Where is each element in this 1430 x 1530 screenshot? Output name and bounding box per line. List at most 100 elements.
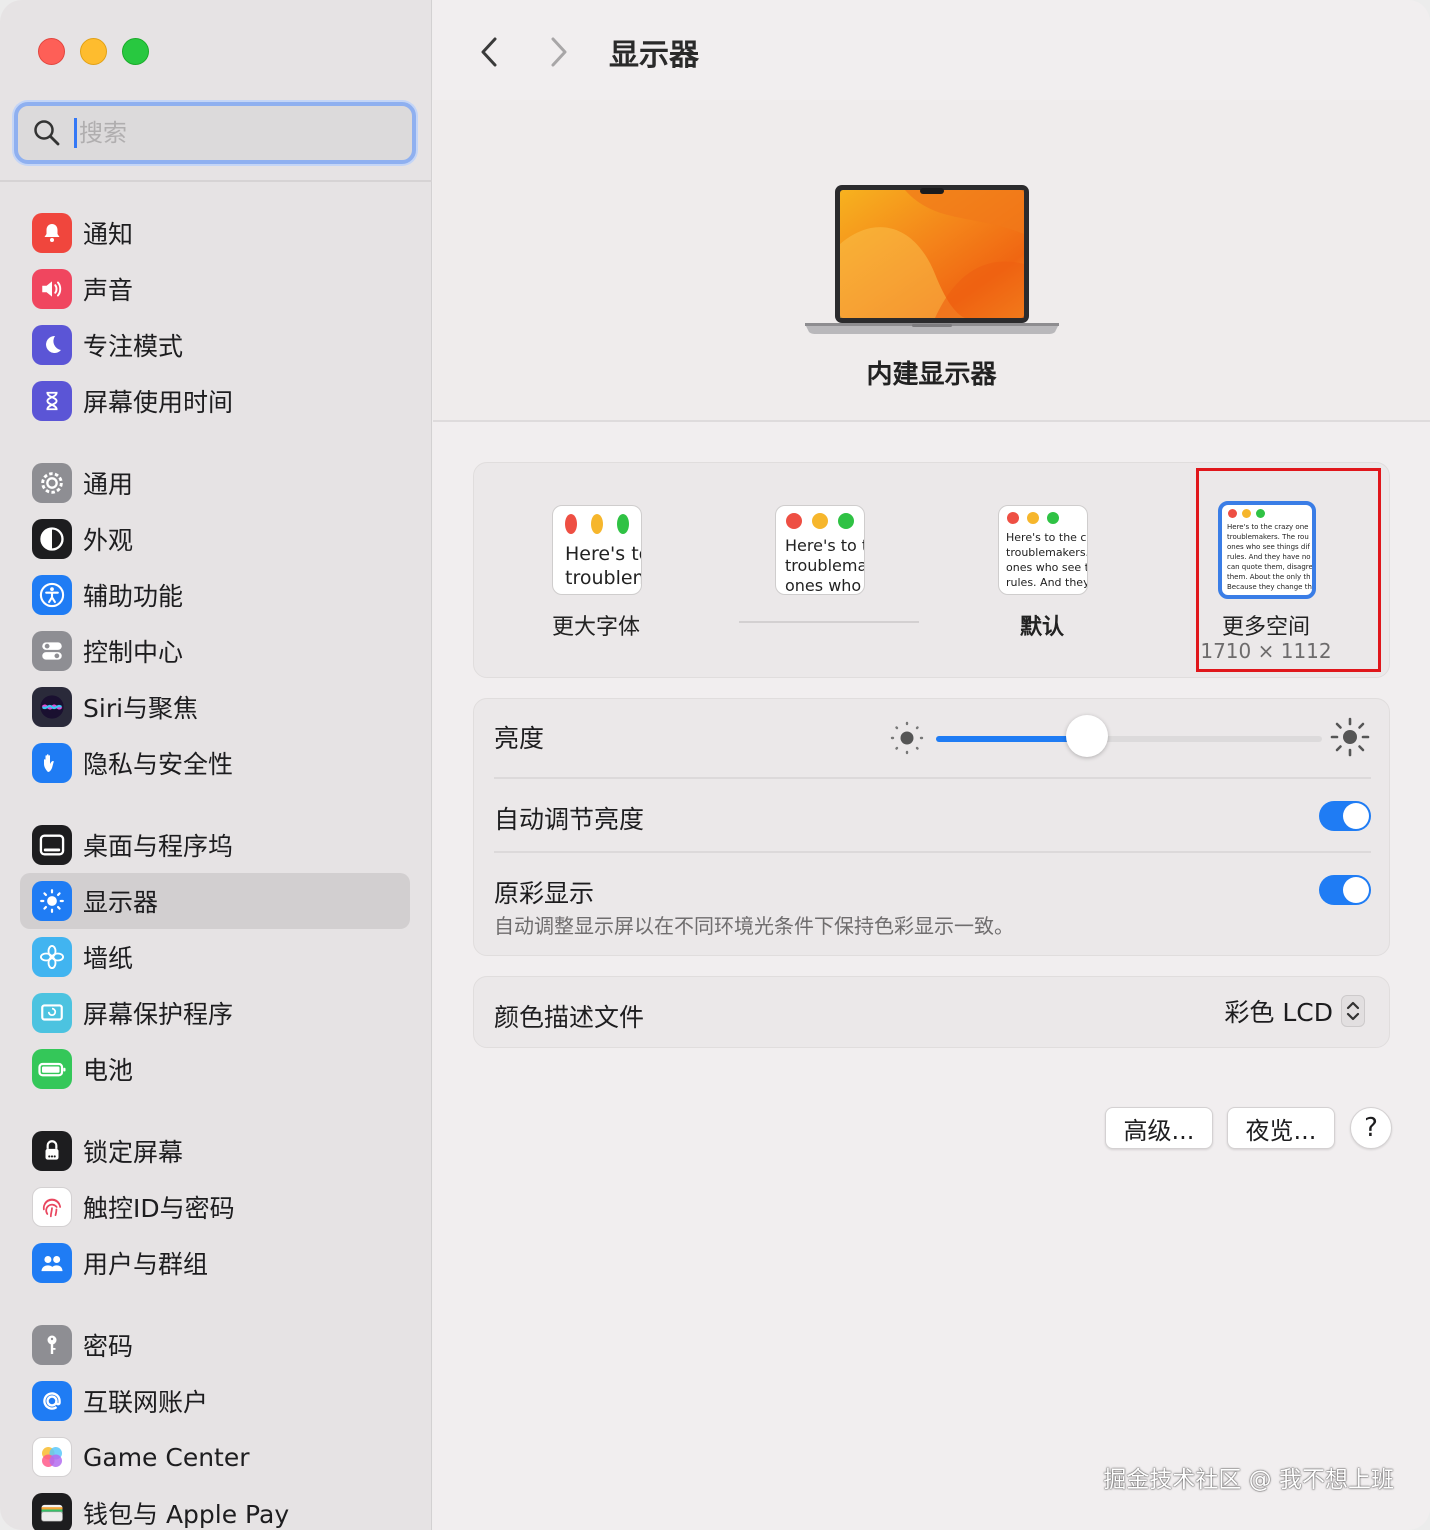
siri-icon bbox=[32, 687, 72, 727]
display-name: 内建显示器 bbox=[866, 360, 997, 390]
minimize-button[interactable] bbox=[80, 38, 107, 65]
resolution-option-medium[interactable]: Here's to t troublema ones who bbox=[719, 463, 919, 679]
brightness-label: 亮度 bbox=[494, 724, 545, 753]
sidebar-item[interactable]: 通用 bbox=[20, 455, 410, 511]
sidebar-item-label: 用户与群组 bbox=[83, 1250, 209, 1279]
gear-icon bbox=[32, 463, 72, 503]
key-icon bbox=[32, 1325, 72, 1365]
laptop-icon bbox=[805, 185, 1059, 334]
sidebar-item-label: 桌面与程序坞 bbox=[83, 832, 234, 861]
sidebar-item-label: 电池 bbox=[83, 1056, 134, 1085]
true-tone-toggle[interactable] bbox=[1319, 875, 1371, 905]
toolbar: 显示器 bbox=[433, 0, 1430, 100]
true-tone-description: 自动调整显示屏以在不同环境光条件下保持色彩显示一致。 bbox=[494, 914, 1014, 938]
sidebar-item[interactable]: 墙纸 bbox=[20, 929, 410, 985]
chevron-left-icon bbox=[481, 37, 497, 67]
sidebar-item-label: 专注模式 bbox=[83, 332, 184, 361]
sun-dim-icon bbox=[890, 721, 924, 755]
sidebar-item[interactable]: 辅助功能 bbox=[20, 567, 410, 623]
flower-icon bbox=[32, 937, 72, 977]
resolution-option-larger-text[interactable]: Here's to troublem 更大字体 bbox=[496, 463, 696, 679]
sidebar-item[interactable]: 显示器 bbox=[20, 873, 410, 929]
users-icon bbox=[32, 1243, 72, 1283]
search-field[interactable] bbox=[14, 102, 416, 164]
sidebar-item[interactable]: 桌面与程序坞 bbox=[20, 817, 410, 873]
sidebar-item[interactable]: 用户与群组 bbox=[20, 1235, 410, 1291]
accessibility-icon bbox=[32, 575, 72, 615]
search-input[interactable] bbox=[79, 119, 379, 147]
chevron-up-down-icon bbox=[1341, 995, 1365, 1027]
sidebar-item-label: Siri与聚焦 bbox=[83, 694, 199, 723]
sample-text: troublema bbox=[785, 556, 865, 575]
sidebar-item-label: 隐私与安全性 bbox=[83, 750, 234, 779]
auto-brightness-toggle[interactable] bbox=[1319, 801, 1371, 831]
sidebar-item[interactable]: 声音 bbox=[20, 261, 410, 317]
sidebar-item[interactable]: 控制中心 bbox=[20, 623, 410, 679]
sidebar-divider bbox=[0, 180, 432, 182]
sun-bright-icon bbox=[1330, 717, 1370, 757]
brightness-slider[interactable] bbox=[936, 736, 1322, 742]
main-pane: 显示器 内建显示器 Here's to trouble 更大字体 Here's … bbox=[433, 0, 1430, 1530]
sidebar-item-label: 密码 bbox=[83, 1332, 134, 1361]
dock-icon bbox=[32, 825, 72, 865]
window-controls bbox=[38, 38, 149, 65]
sidebar-item[interactable]: 外观 bbox=[20, 511, 410, 567]
row-divider bbox=[494, 777, 1371, 779]
sidebar-item[interactable]: 触控ID与密码 bbox=[20, 1179, 410, 1235]
night-shift-button[interactable]: 夜览... bbox=[1227, 1107, 1335, 1149]
sample-text: rules. And they bbox=[1006, 576, 1088, 589]
sidebar-item-label: 墙纸 bbox=[83, 944, 134, 973]
resolution-option-default[interactable]: Here's to the cr troublemakers. ones who… bbox=[942, 463, 1142, 679]
watermark: 掘金技术社区 @ 我不想上班 bbox=[1103, 1467, 1394, 1493]
close-button[interactable] bbox=[38, 38, 65, 65]
brightness-slider-fill bbox=[936, 736, 1087, 742]
sidebar-item[interactable]: 互联网账户 bbox=[20, 1373, 410, 1429]
row-divider bbox=[494, 851, 1371, 853]
sidebar-item[interactable]: 密码 bbox=[20, 1317, 410, 1373]
forward-button[interactable] bbox=[541, 32, 577, 72]
chevron-right-icon bbox=[551, 37, 567, 67]
sidebar-item-label: 互联网账户 bbox=[83, 1388, 209, 1417]
search-icon bbox=[34, 120, 60, 146]
sidebar-item[interactable]: 屏幕使用时间 bbox=[20, 373, 410, 429]
sidebar-item-label: 钱包与 Apple Pay bbox=[83, 1500, 290, 1529]
sample-text: Here's to t bbox=[785, 536, 865, 555]
color-profile-popup[interactable]: 彩色 LCD bbox=[1224, 993, 1365, 1029]
sidebar: 通知声音专注模式屏幕使用时间通用外观辅助功能控制中心 Siri与聚焦隐私与安全性桌… bbox=[0, 0, 432, 1530]
auto-brightness-label: 自动调节亮度 bbox=[494, 805, 645, 834]
sidebar-item-label: 通用 bbox=[83, 470, 134, 499]
label-placeholder-line bbox=[739, 621, 919, 623]
back-button[interactable] bbox=[471, 32, 507, 72]
sidebar-item[interactable]: Game Center bbox=[20, 1429, 410, 1485]
color-profile-row: 颜色描述文件 彩色 LCD bbox=[473, 976, 1390, 1048]
sample-text: Here's to bbox=[565, 543, 642, 565]
at-icon bbox=[32, 1381, 72, 1421]
sample-text: ones who see t bbox=[1006, 561, 1088, 574]
annotation-highlight-box bbox=[1196, 468, 1381, 672]
sidebar-item[interactable]: 通知 bbox=[20, 205, 410, 261]
brightness-slider-knob[interactable] bbox=[1065, 715, 1108, 757]
resolution-label: 默认 bbox=[1019, 615, 1064, 640]
screensaver-icon bbox=[32, 993, 72, 1033]
speaker-icon bbox=[32, 269, 72, 309]
brightness-settings: 亮度 自动调节亮度 原彩显示 自动调整显示屏以在不同环境光条件下保持色彩显示一致… bbox=[473, 698, 1390, 956]
advanced-button[interactable]: 高级... bbox=[1105, 1107, 1213, 1149]
sidebar-item[interactable]: 专注模式 bbox=[20, 317, 410, 373]
sidebar-item-label: 辅助功能 bbox=[83, 582, 184, 611]
moon-icon bbox=[32, 325, 72, 365]
sidebar-item[interactable]: 电池 bbox=[20, 1041, 410, 1097]
help-button[interactable]: ? bbox=[1350, 1107, 1392, 1149]
sidebar-item-label: 屏幕保护程序 bbox=[83, 1000, 234, 1029]
sun-icon bbox=[32, 881, 72, 921]
color-profile-label: 颜色描述文件 bbox=[494, 1003, 645, 1032]
sidebar-item[interactable]: 锁定屏幕 bbox=[20, 1123, 410, 1179]
sidebar-item[interactable]: Siri与聚焦 bbox=[20, 679, 410, 735]
sidebar-item-label: Game Center bbox=[83, 1442, 250, 1472]
bell-icon bbox=[32, 213, 72, 253]
wallet-icon bbox=[32, 1493, 72, 1530]
sidebar-item[interactable]: 屏幕保护程序 bbox=[20, 985, 410, 1041]
zoom-button[interactable] bbox=[122, 38, 149, 65]
sidebar-item-label: 屏幕使用时间 bbox=[83, 388, 234, 417]
sidebar-item[interactable]: 隐私与安全性 bbox=[20, 735, 410, 791]
sidebar-item[interactable]: 钱包与 Apple Pay bbox=[20, 1485, 410, 1530]
